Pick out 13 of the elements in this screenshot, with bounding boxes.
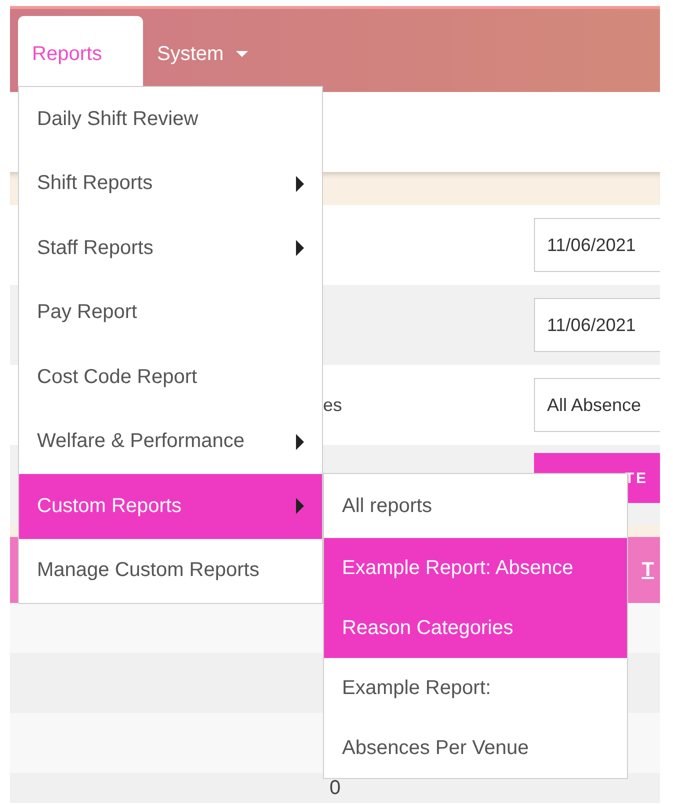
menu-item[interactable]: Staff Reports — [19, 216, 322, 280]
menu-item[interactable]: Pay Report — [19, 280, 322, 345]
menu-item[interactable]: Shift Reports — [19, 152, 322, 216]
menu-item[interactable]: Manage Custom Reports — [19, 538, 322, 603]
menu-item[interactable]: Welfare & Performance — [19, 410, 322, 474]
select-field[interactable]: All Absence — [534, 378, 660, 432]
date-field[interactable]: 11/06/2021 — [534, 298, 660, 352]
submenu-item[interactable]: All reports — [324, 474, 627, 538]
field-label: es — [323, 394, 342, 416]
table-cell: 0 — [329, 777, 341, 799]
menu-item[interactable]: Cost Code Report — [19, 345, 322, 410]
date-field[interactable]: 11/06/2021 — [534, 218, 660, 272]
submenu-item[interactable]: Example Report: Absences Per Venue — [324, 658, 627, 778]
